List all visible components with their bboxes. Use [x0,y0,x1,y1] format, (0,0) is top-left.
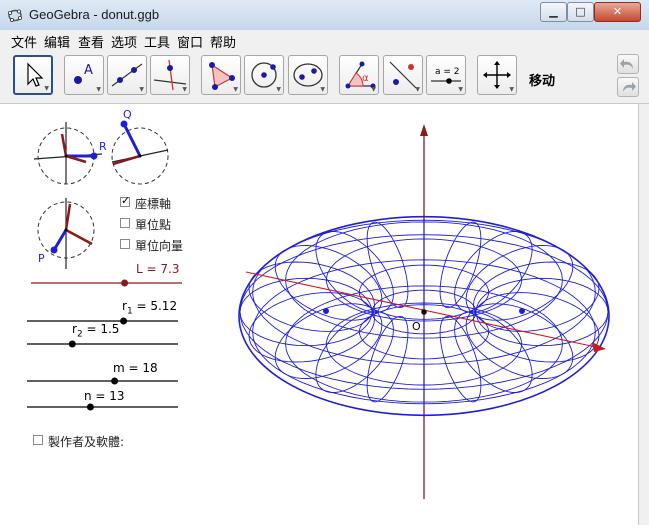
slider-r1-label: r1 = 5.12 [122,299,178,317]
dropdown-caret-icon: ▼ [96,86,101,93]
slider-l-handle [121,279,129,287]
torus-meridian [248,261,375,332]
new-point-tool-button[interactable]: A ▼ [64,55,104,95]
slider-r2-handle [68,340,76,348]
label-r: R [99,140,107,153]
reflect-tool-button[interactable]: ▼ [383,55,423,95]
torus-point [519,308,525,314]
dropdown-caret-icon: ▼ [320,86,325,93]
maximize-button[interactable]: □ [567,2,594,22]
diagram-r [33,122,103,185]
dropdown-caret-icon: ▼ [44,85,49,92]
undo-icon [620,59,633,69]
redo-icon [623,82,636,92]
move-view-tool-button[interactable]: ▼ [477,55,517,95]
window-title: GeoGebra - donut.ggb [29,7,160,22]
menu-bar: 文件 编辑 查看 选项 工具 窗口 帮助 [0,30,649,52]
checkbox-axes-box[interactable] [120,194,130,207]
slider-n-handle [86,403,94,411]
z-axis-arrow-icon [420,124,428,136]
geogebra-logo-icon [7,9,22,22]
conic-tool-button[interactable]: ▼ [288,55,328,95]
label-p: P [38,252,45,265]
slider-l[interactable] [30,278,190,288]
torus-plot[interactable]: O [198,104,638,525]
torus-meridian [465,303,574,379]
dropdown-caret-icon: ▼ [139,86,144,93]
slider-r1-handle [120,317,128,325]
torus-point [323,308,329,314]
menu-help[interactable]: 帮助 [210,32,236,51]
torus-meridian [248,292,375,363]
dropdown-caret-icon: ▼ [371,86,376,93]
checkbox-unit-vectors-box[interactable] [120,239,130,249]
diagram-q [111,120,169,185]
minimize-button[interactable]: ▁ [540,2,567,22]
angle-tool-button[interactable]: α ▼ [339,55,379,95]
checkbox-author-label: 製作者及軟體: [48,435,125,449]
slider-m[interactable] [26,376,186,386]
dropdown-caret-icon: ▼ [276,86,281,93]
label-q: Q [123,108,132,121]
checkbox-author-box[interactable] [33,435,43,445]
dropdown-caret-icon: ▼ [415,86,420,93]
dropdown-caret-icon: ▼ [233,86,238,93]
menu-window[interactable]: 窗口 [177,32,203,51]
menu-options[interactable]: 选项 [111,32,137,51]
redo-button[interactable] [617,77,639,97]
slider-n[interactable] [26,402,186,412]
torus-meridian [473,261,600,332]
torus-meridian [465,245,574,321]
x-axis-arrow-icon [592,342,606,352]
line-tool-button[interactable]: ▼ [107,55,147,95]
slider-l-label: L = 7.3 [136,262,180,276]
right-frame [638,104,649,525]
slider-m-label: m = 18 [113,361,158,375]
control-panel: Q R P 座標軸 單位點 單位向量 L = 7.3 r1 = 5.12 r2 … [0,104,196,525]
origin-point [421,309,427,315]
slider-tool-button[interactable]: a = 2 ▼ [426,55,466,95]
graphics-view[interactable]: O [198,104,638,525]
slider-tool-text: a = 2 [435,67,460,77]
menu-edit[interactable]: 编辑 [44,32,70,51]
svg-text:α: α [362,73,369,84]
diagram-p [37,198,95,269]
point-tool-letter: A [84,63,93,78]
torus-meridian [473,292,600,363]
checkbox-unit-vectors-label: 單位向量 [135,239,184,253]
checkbox-unit-points-box[interactable] [120,218,130,228]
slider-r2[interactable] [26,339,186,349]
slider-n-label: n = 13 [84,389,125,403]
menu-file[interactable]: 文件 [11,32,37,51]
perpendicular-tool-button[interactable]: ▼ [150,55,190,95]
slider-r2-label: r2 = 1.5 [72,322,120,340]
dropdown-caret-icon: ▼ [182,86,187,93]
toolbar: ▼ A ▼ ▼ ▼ ▼ ▼ ▼ α ▼ ▼ a = 2 ▼ ▼ 移动 [0,51,649,104]
torus-meridian [274,303,383,379]
circle-tool-button[interactable]: ▼ [244,55,284,95]
undo-button[interactable] [617,54,639,74]
polygon-tool-button[interactable]: ▼ [201,55,241,95]
title-bar: GeoGebra - donut.ggb ▁ □ ✕ [0,0,649,31]
dropdown-caret-icon: ▼ [458,86,463,93]
move-tool-button[interactable]: ▼ [13,55,53,95]
menu-view[interactable]: 查看 [78,32,104,51]
torus-meridian [274,245,383,321]
origin-label: O [412,320,421,333]
dropdown-caret-icon: ▼ [509,86,514,93]
slider-m-handle [111,377,119,385]
checkbox-unit-points-label: 單位點 [135,218,172,232]
close-button[interactable]: ✕ [594,2,641,22]
active-tool-label: 移动 [529,74,556,89]
checkbox-axes-label: 座標軸 [135,197,172,211]
menu-tools[interactable]: 工具 [144,32,170,51]
